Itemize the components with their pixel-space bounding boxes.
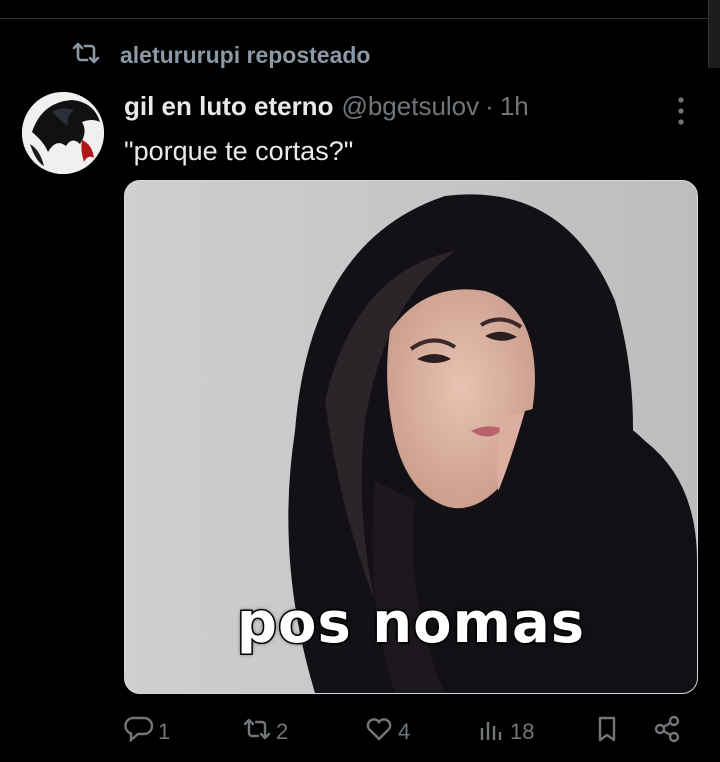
action-bar: 1 2 4 18 [124, 712, 696, 752]
analytics-icon [476, 714, 506, 750]
like-button[interactable]: 4 [364, 712, 410, 752]
repost-indicator[interactable]: aletururupi reposteado [72, 40, 370, 70]
repost-button[interactable]: 2 [242, 712, 288, 752]
previous-post-divider [0, 0, 720, 19]
tweet-text: "porque te cortas?" [124, 136, 354, 166]
header-separator: · [485, 90, 494, 121]
more-options-icon[interactable] [670, 94, 692, 128]
repost-label: aletururupi reposteado [120, 41, 371, 68]
like-count: 4 [398, 719, 411, 744]
scrollbar[interactable] [708, 0, 720, 68]
repost-icon [72, 42, 100, 69]
author-handle[interactable]: @bgetsulov [341, 91, 479, 122]
meme-caption: pos nomas [235, 590, 586, 658]
views-count: 18 [510, 719, 535, 744]
views-button[interactable]: 18 [476, 712, 534, 752]
tweet-timestamp[interactable]: 1h [500, 91, 529, 122]
reply-count: 1 [158, 719, 171, 744]
repost-count: 2 [276, 719, 289, 744]
bookmark-icon [592, 714, 622, 750]
bookmark-button[interactable] [592, 712, 622, 752]
tweet-header: gil en luto eterno @bgetsulov · 1h [124, 88, 529, 124]
retweet-icon [242, 714, 272, 750]
tweet-media[interactable]: pos nomas [124, 180, 698, 694]
reply-button[interactable]: 1 [124, 712, 170, 752]
share-button[interactable] [652, 712, 682, 752]
heart-icon [364, 714, 394, 750]
author-avatar[interactable] [22, 92, 104, 174]
reply-icon [124, 714, 154, 750]
share-icon [652, 714, 682, 750]
author-name[interactable]: gil en luto eterno [124, 91, 333, 122]
